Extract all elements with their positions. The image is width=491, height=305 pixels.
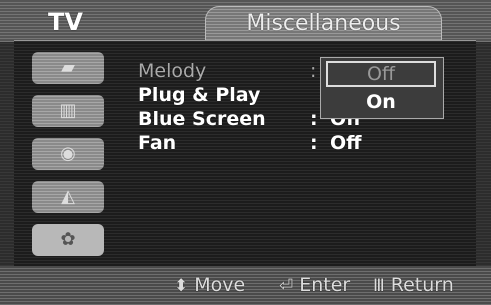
- dropdown-option-on[interactable]: On: [326, 90, 436, 114]
- menu-title-tab: Miscellaneous: [205, 6, 442, 43]
- menu-item-label: Fan: [138, 132, 177, 154]
- return-icon: Ⅲ: [373, 276, 385, 296]
- menu-item-label: Blue Screen: [138, 108, 266, 130]
- move-arrows-icon: ⬍: [174, 276, 189, 296]
- source-label: TV: [48, 8, 83, 36]
- sound-icon[interactable]: ▥: [32, 95, 104, 127]
- enter-hint: ⏎ Enter: [279, 274, 350, 296]
- move-hint: ⬍ Move: [174, 274, 245, 296]
- return-label: Return: [390, 274, 454, 296]
- menu-item-value: Off: [330, 132, 362, 154]
- menu-item-fan[interactable]: Fan : Off: [138, 132, 468, 156]
- setup-icon[interactable]: ◭: [32, 181, 104, 213]
- enter-icon: ⏎: [279, 276, 294, 296]
- separator-colon: :: [310, 132, 318, 154]
- navigation-hint-bar: ⬍ Move ⏎ Enter Ⅲ Return: [0, 266, 491, 305]
- enter-label: Enter: [299, 274, 351, 296]
- return-hint: Ⅲ Return: [373, 274, 454, 296]
- picture-icon[interactable]: ▰: [32, 52, 104, 84]
- separator-colon: :: [310, 108, 318, 130]
- menu-item-label: Plug & Play: [138, 84, 261, 106]
- menu-item-label: Melody: [138, 60, 207, 82]
- tv-osd-screen: TV Miscellaneous ▰ ▥ ◉ ◭ ✿ Melody : Plug…: [0, 0, 491, 305]
- category-sidebar: ▰ ▥ ◉ ◭ ✿: [14, 44, 120, 266]
- misc-icon[interactable]: ✿: [32, 224, 104, 256]
- dropdown-option-off[interactable]: Off: [326, 61, 436, 87]
- separator-colon: :: [310, 60, 317, 82]
- melody-dropdown[interactable]: Off On: [320, 57, 444, 119]
- title-bar: TV Miscellaneous: [0, 0, 491, 43]
- move-label: Move: [194, 274, 246, 296]
- channel-icon[interactable]: ◉: [32, 138, 104, 170]
